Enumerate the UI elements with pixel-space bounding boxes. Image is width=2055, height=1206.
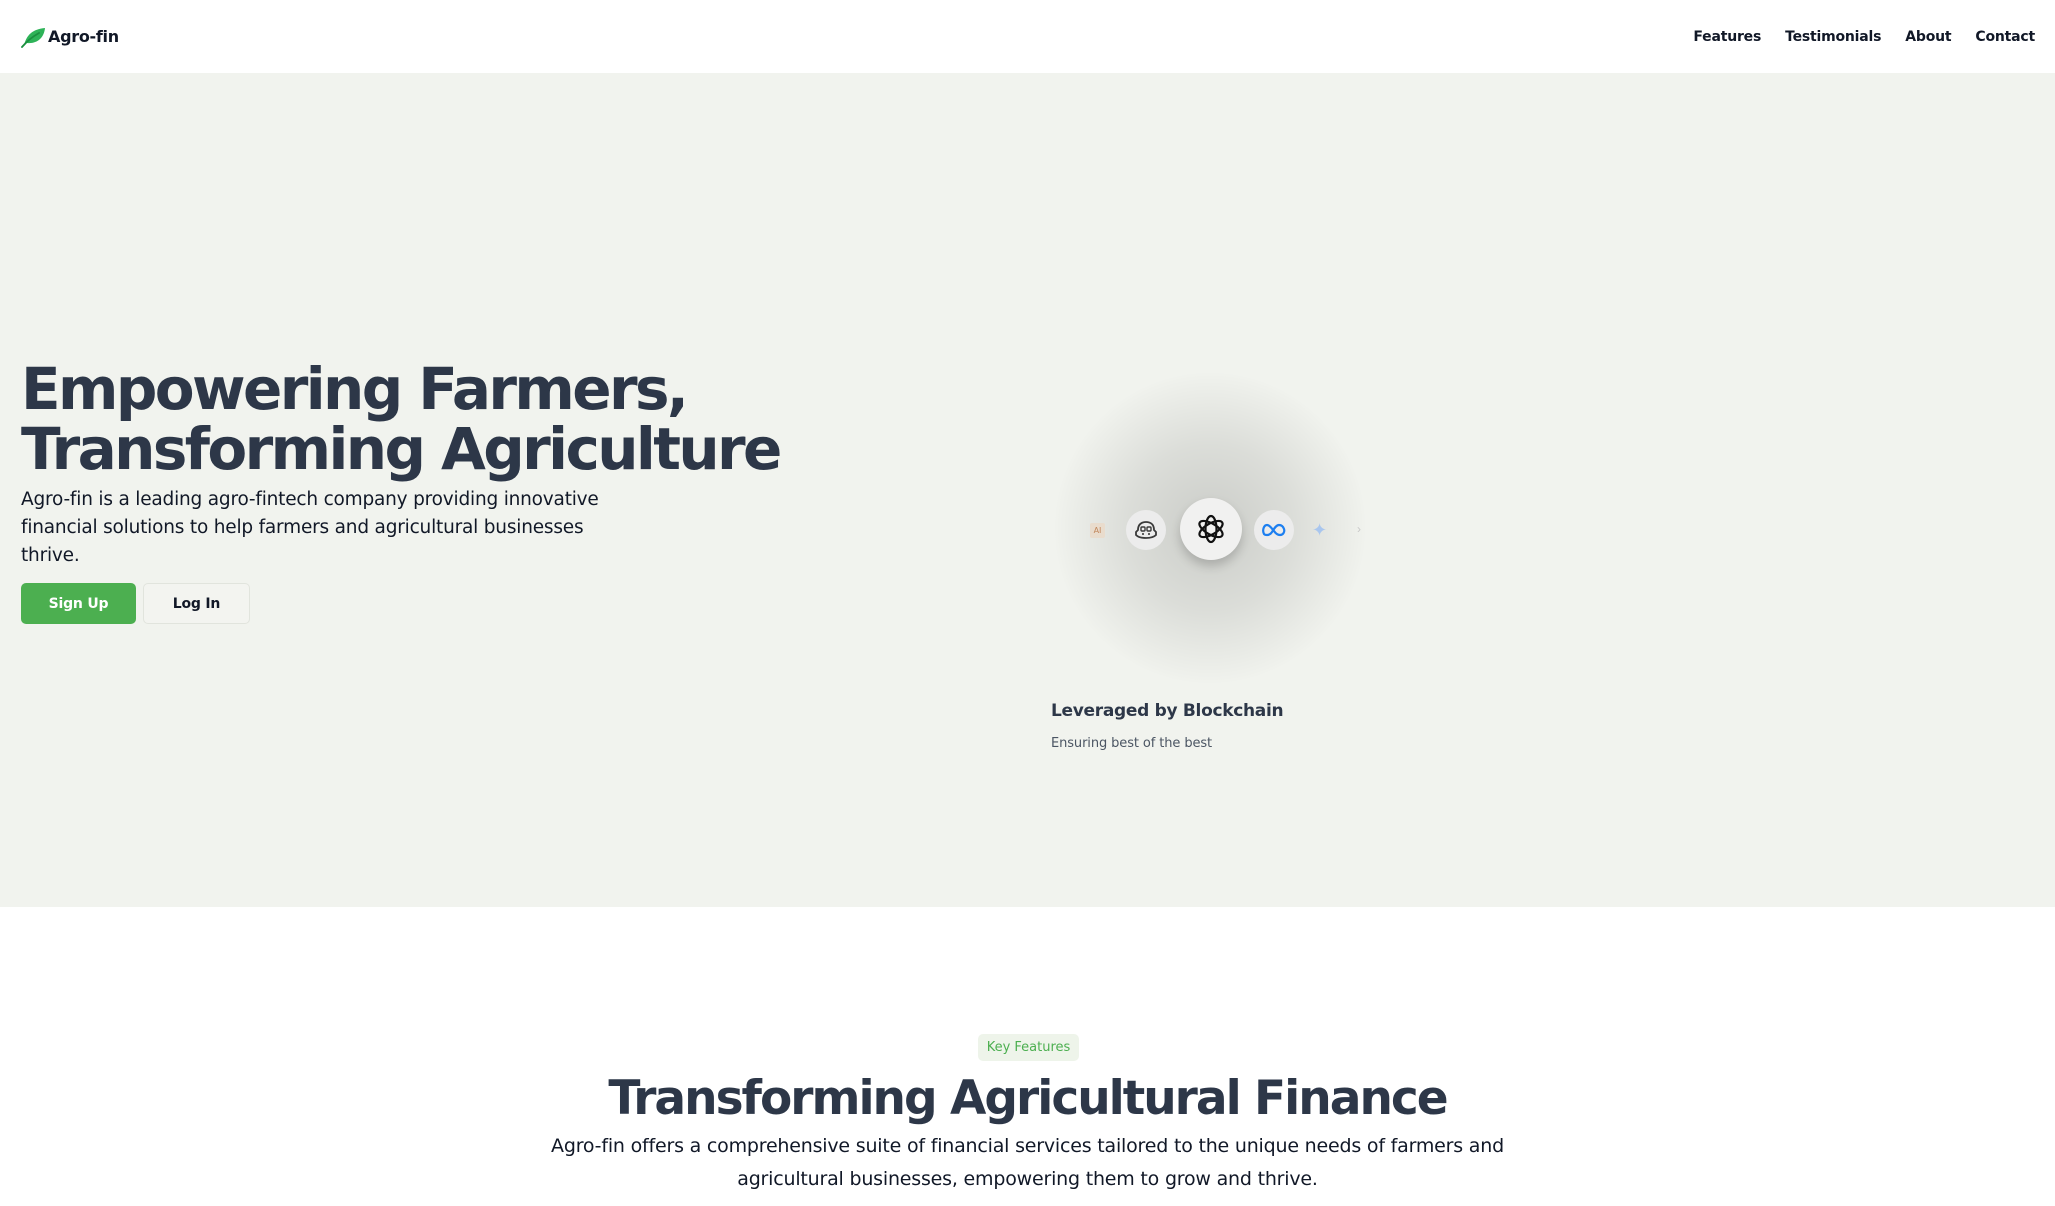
features-section: Key Features Transforming Agricultural F… bbox=[0, 907, 2055, 1206]
leaf-icon bbox=[21, 27, 45, 48]
nav-link-contact[interactable]: Contact bbox=[1975, 29, 2035, 45]
hero-section: Empowering Farmers, Transforming Agricul… bbox=[0, 73, 2055, 907]
nav-link-features[interactable]: Features bbox=[1693, 29, 1761, 45]
main-nav: Features Testimonials About Contact bbox=[1693, 29, 2035, 45]
sparkle-logo-icon: ✦ bbox=[1312, 520, 1328, 540]
blockchain-title: Leveraged by Blockchain bbox=[1051, 701, 1284, 721]
brand-name: Agro-fin bbox=[48, 27, 119, 46]
meta-logo-icon bbox=[1254, 510, 1294, 550]
openai-logo-icon bbox=[1180, 498, 1242, 560]
chevron-right-icon: › bbox=[1357, 522, 1361, 536]
nav-link-about[interactable]: About bbox=[1905, 29, 1951, 45]
brand-logo-link[interactable]: Agro-fin bbox=[21, 26, 119, 48]
log-in-button[interactable]: Log In bbox=[143, 583, 250, 624]
ai-logo-icon: AI bbox=[1090, 523, 1105, 538]
blockchain-subtitle: Ensuring best of the best bbox=[1051, 736, 1213, 751]
features-title: Transforming Agricultural Finance bbox=[608, 1071, 1448, 1126]
hero-title-line-1: Empowering Farmers, bbox=[21, 355, 689, 423]
sign-up-button[interactable]: Sign Up bbox=[21, 583, 136, 624]
hero-title-line-2: Transforming Agriculture bbox=[21, 415, 782, 483]
key-features-badge: Key Features bbox=[978, 1034, 1079, 1061]
hero-description: Agro-fin is a leading agro-fintech compa… bbox=[21, 489, 599, 566]
copilot-logo-icon bbox=[1126, 510, 1166, 550]
site-header: Agro-fin Features Testimonials About Con… bbox=[0, 0, 2055, 73]
hero-title: Empowering Farmers, Transforming Agricul… bbox=[21, 355, 782, 483]
features-description: Agro-fin offers a comprehensive suite of… bbox=[551, 1135, 1504, 1190]
hero-actions: Sign Up Log In bbox=[21, 583, 250, 624]
nav-link-testimonials[interactable]: Testimonials bbox=[1785, 29, 1881, 45]
